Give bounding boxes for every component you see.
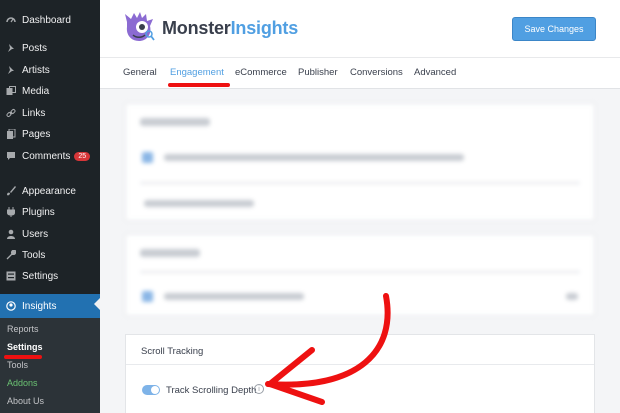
menu-label: Settings <box>22 270 59 282</box>
settings-content: Scroll Tracking Track Scrolling Depth i <box>100 89 620 413</box>
submenu-item-about-us[interactable]: About Us <box>7 396 44 406</box>
save-changes-button[interactable]: Save Changes <box>512 17 596 41</box>
menu-item-dashboard[interactable]: Dashboard <box>0 10 100 30</box>
menu-label: Users <box>22 228 49 240</box>
annotation-underline-engagement <box>168 83 230 87</box>
pin-icon <box>6 43 16 53</box>
menu-label: Plugins <box>22 206 55 218</box>
logo-text-dark: Monster <box>162 18 231 38</box>
menu-label: Links <box>22 107 46 119</box>
menu-item-posts[interactable]: Posts <box>0 38 100 58</box>
menu-label: Posts <box>22 42 48 54</box>
track-scrolling-depth-label[interactable]: Track Scrolling Depth <box>166 385 256 396</box>
blurred-settings-card <box>125 234 595 316</box>
track-scrolling-depth-toggle[interactable] <box>142 385 160 395</box>
scroll-tracking-card-header: Scroll Tracking <box>126 335 594 365</box>
submenu-item-reports[interactable]: Reports <box>7 324 39 334</box>
settings-icon <box>6 271 16 281</box>
logo-wordmark: MonsterInsights <box>162 18 298 39</box>
submenu-item-tools[interactable]: Tools <box>7 360 28 370</box>
menu-item-pages[interactable]: Pages <box>0 124 100 144</box>
insights-submenu: Reports Settings Tools Addons About Us <box>0 318 100 413</box>
logo-text-light: Insights <box>230 18 299 38</box>
insights-icon <box>6 301 16 311</box>
scroll-tracking-title: Scroll Tracking <box>141 346 204 357</box>
menu-label: Dashboard <box>22 14 71 26</box>
menu-item-users[interactable]: Users <box>0 224 100 244</box>
menu-label: Appearance <box>22 185 76 197</box>
menu-label: Media <box>22 85 50 97</box>
menu-item-comments[interactable]: Comments 25 <box>0 146 100 166</box>
admin-sidebar: Dashboard Posts Artists Media Links Page… <box>0 0 100 413</box>
wrench-icon <box>6 250 16 260</box>
dashboard-icon <box>6 15 16 25</box>
plugin-header: MonsterInsights Save Changes <box>100 0 620 57</box>
blurred-settings-card <box>125 103 595 221</box>
menu-label: Insights <box>22 300 57 312</box>
info-icon[interactable]: i <box>254 384 264 394</box>
menu-label: Comments <box>22 150 71 162</box>
submenu-item-settings[interactable]: Settings <box>7 342 43 352</box>
menu-item-settings[interactable]: Settings <box>0 266 100 286</box>
tab-engagement[interactable]: Engagement <box>170 67 224 78</box>
comments-count-badge: 25 <box>74 151 91 161</box>
menu-item-insights[interactable]: Insights <box>0 294 100 318</box>
pages-icon <box>6 129 16 139</box>
menu-item-plugins[interactable]: Plugins <box>0 202 100 222</box>
submenu-item-addons[interactable]: Addons <box>7 378 38 388</box>
tab-conversions[interactable]: Conversions <box>350 67 403 78</box>
tab-general[interactable]: General <box>123 67 157 78</box>
menu-label: Pages <box>22 128 51 140</box>
menu-label: Artists <box>22 64 50 76</box>
tab-publisher[interactable]: Publisher <box>298 67 338 78</box>
link-icon <box>6 108 16 118</box>
toggle-knob <box>151 386 159 394</box>
users-icon <box>6 229 16 239</box>
comment-icon <box>6 151 16 161</box>
tab-ecommerce[interactable]: eCommerce <box>235 67 287 78</box>
annotation-underline-settings <box>4 355 42 359</box>
tab-advanced[interactable]: Advanced <box>414 67 456 78</box>
menu-item-tools[interactable]: Tools <box>0 245 100 265</box>
menu-item-media[interactable]: Media <box>0 81 100 101</box>
plugin-icon <box>6 207 16 217</box>
menu-item-artists[interactable]: Artists <box>0 60 100 80</box>
brush-icon <box>6 186 16 196</box>
scroll-tracking-card: Scroll Tracking Track Scrolling Depth i <box>125 334 595 413</box>
media-icon <box>6 86 16 96</box>
pin-icon <box>6 65 16 75</box>
monster-logo-icon <box>125 12 155 41</box>
menu-item-links[interactable]: Links <box>0 103 100 123</box>
menu-item-appearance[interactable]: Appearance <box>0 181 100 201</box>
menu-label: Tools <box>22 249 46 261</box>
